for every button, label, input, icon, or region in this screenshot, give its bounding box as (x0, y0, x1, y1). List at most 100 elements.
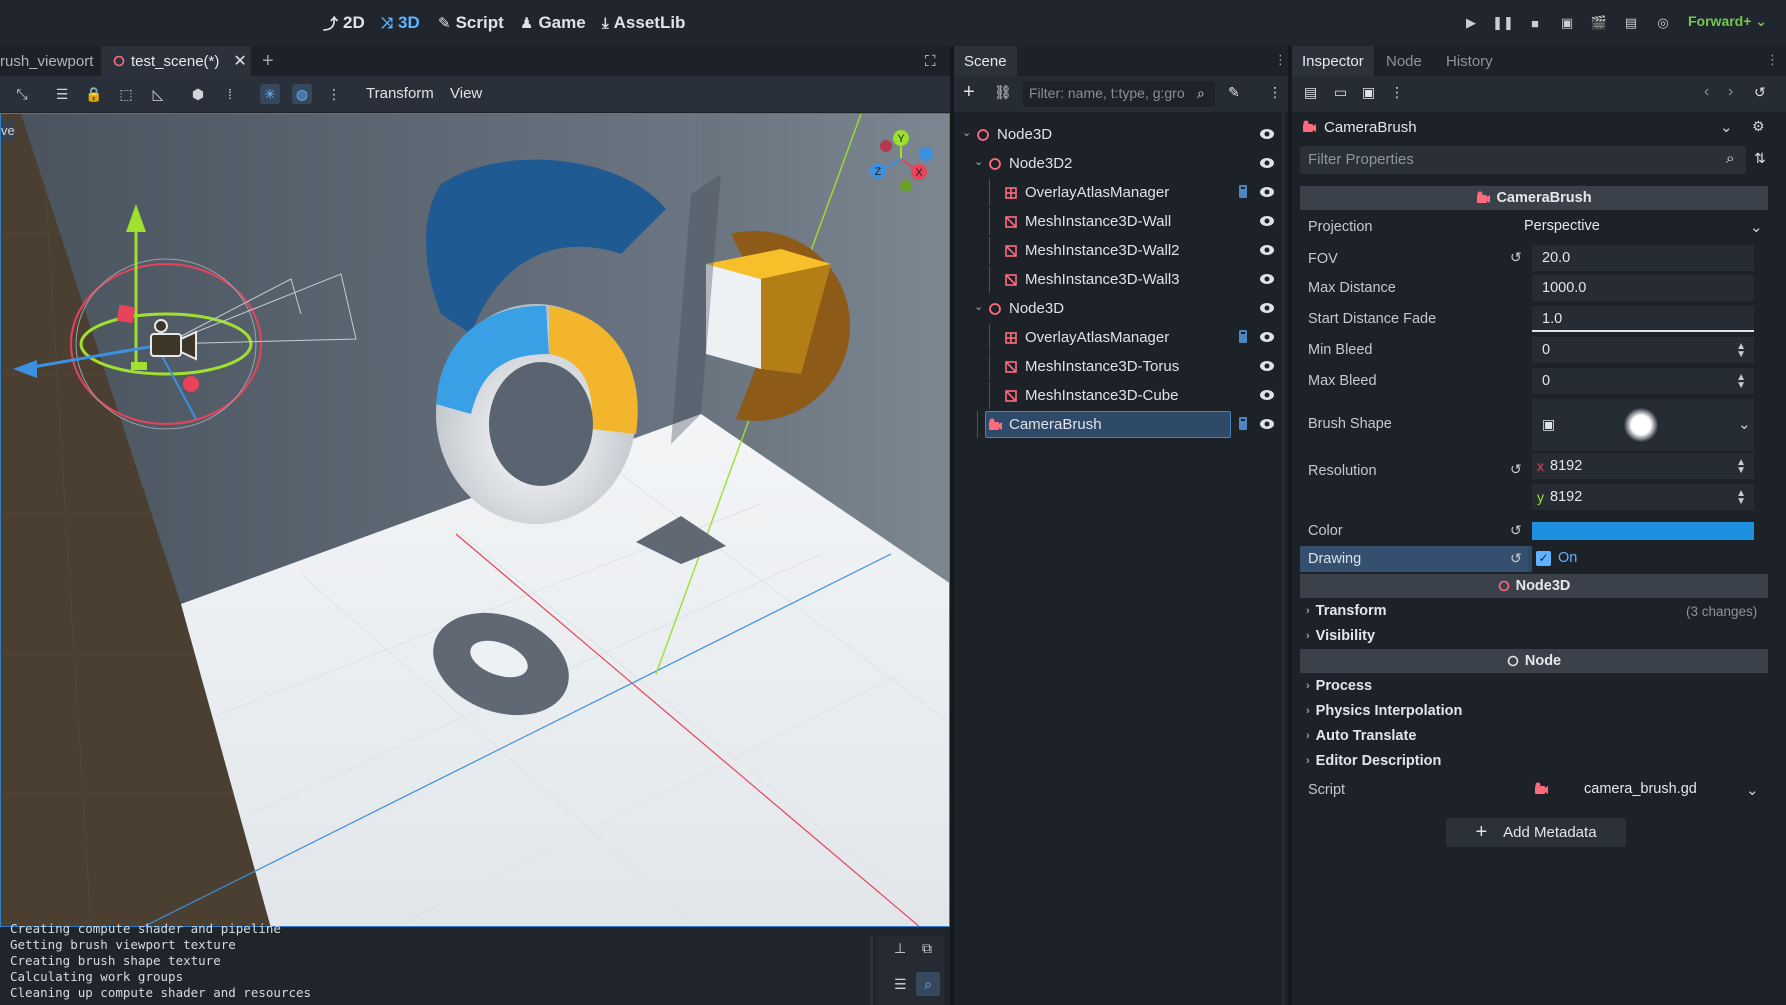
more-options-icon[interactable]: ⋮ (324, 84, 344, 104)
tab-history[interactable]: History (1436, 46, 1503, 76)
property-filter-options-icon[interactable]: ⇅ (1754, 150, 1766, 167)
pause-icon[interactable]: ❚❚ (1492, 12, 1514, 34)
workspace-assetlib-button[interactable]: ⤓ AssetLib (602, 10, 685, 36)
group-physics-interpolation[interactable]: › Physics Interpolation (1300, 700, 1768, 722)
new-resource-icon[interactable]: ▤ (1304, 84, 1317, 101)
workspace-script-button[interactable]: ✎ Script (438, 10, 504, 36)
spin-arrows-icon[interactable]: ▲ ▼ (1736, 458, 1746, 476)
play-scene-icon[interactable]: 🎬 (1588, 12, 1610, 34)
add-node-icon[interactable]: + (963, 82, 975, 102)
filter-properties-input[interactable]: Filter Properties (1300, 146, 1746, 174)
visibility-eye-icon[interactable] (1259, 388, 1275, 402)
list-select-icon[interactable]: ☰ (52, 84, 72, 104)
search-icon[interactable]: ⌕ (916, 972, 940, 996)
start-distance-fade-slider[interactable] (1532, 330, 1754, 332)
copy-output-icon[interactable]: ⧉ (922, 940, 932, 957)
local-space-icon[interactable]: ⬢ (188, 84, 208, 104)
group-icon[interactable]: ⬚ (116, 84, 136, 104)
remote-debug-icon[interactable]: ▣ (1556, 12, 1578, 34)
tab-brush-viewport[interactable]: rush_viewport (0, 46, 98, 76)
forward-icon[interactable]: › (1728, 83, 1733, 101)
fov-field[interactable]: 20.0 (1532, 245, 1754, 271)
revert-icon[interactable]: ↺ (1510, 522, 1522, 539)
tree-node-meshinstance3d-wall3[interactable]: MeshInstance3D-Wall3 (954, 266, 1276, 293)
visibility-eye-icon[interactable] (1259, 243, 1275, 257)
output-scrollbar[interactable] (870, 936, 873, 1005)
tab-test-scene[interactable]: test_scene(*) ✕ (101, 46, 251, 76)
history-icon[interactable]: ↺ (1754, 84, 1766, 101)
tree-node-node3d2[interactable]: ⌄ Node3D2 (954, 150, 1276, 177)
filter-output-icon[interactable]: ☰ (894, 976, 907, 993)
group-visibility[interactable]: › Visibility (1300, 625, 1768, 647)
scene-options-icon[interactable]: ⋮ (1268, 84, 1282, 101)
visibility-eye-icon[interactable] (1259, 156, 1275, 170)
clear-output-icon[interactable]: ⊥ (894, 940, 906, 957)
group-process[interactable]: › Process (1300, 675, 1768, 697)
visibility-eye-icon[interactable] (1259, 417, 1275, 431)
group-transform[interactable]: › Transform (3 changes) (1300, 600, 1768, 622)
projection-dropdown[interactable]: Perspective (1524, 218, 1600, 234)
save-icon[interactable]: ▣ (1362, 84, 1375, 101)
inspected-object-selector[interactable]: CameraBrush ⌄ (1300, 112, 1738, 142)
transform-menu[interactable]: Transform (366, 85, 434, 102)
resolution-x-field[interactable]: x 8192 ▲ ▼ (1532, 453, 1754, 479)
revert-icon[interactable]: ↺ (1510, 550, 1522, 567)
drawing-checkbox-field[interactable]: ✓ On (1532, 546, 1768, 572)
resolution-y-field[interactable]: y 8192 ▲ ▼ (1532, 484, 1754, 510)
play-custom-scene-icon[interactable]: ▤ (1620, 12, 1642, 34)
start-distance-fade-field[interactable]: 1.0 (1532, 306, 1754, 332)
tree-node-node3d[interactable]: ⌄ Node3D (954, 295, 1276, 322)
workspace-3d-button[interactable]: ⤨ 3D (381, 10, 420, 36)
tree-node-camerabrush[interactable]: CameraBrush (954, 411, 1276, 438)
visibility-eye-icon[interactable] (1259, 185, 1275, 199)
color-picker-button[interactable] (1532, 522, 1754, 540)
add-tab-icon[interactable]: + (262, 46, 274, 76)
tree-node-node3d[interactable]: ⌄ Node3D (954, 121, 1276, 148)
min-bleed-field[interactable]: 0 ▲ ▼ (1532, 337, 1754, 363)
visibility-eye-icon[interactable] (1259, 214, 1275, 228)
tree-node-meshinstance3d-wall[interactable]: MeshInstance3D-Wall (954, 208, 1276, 235)
view-menu[interactable]: View (450, 85, 482, 102)
dock-menu-icon[interactable]: ⋮ (1274, 52, 1287, 68)
lock-icon[interactable]: 🔒 (84, 84, 104, 104)
visibility-eye-icon[interactable] (1259, 359, 1275, 373)
attach-script-icon[interactable]: ✎ (1228, 84, 1240, 101)
open-folder-icon[interactable]: ▭ (1334, 84, 1347, 101)
dock-menu-icon[interactable]: ⋮ (1766, 52, 1779, 68)
movie-maker-icon[interactable]: ◎ (1652, 12, 1674, 34)
max-bleed-field[interactable]: 0 ▲ ▼ (1532, 368, 1754, 394)
expand-arrow-icon[interactable]: ⌄ (974, 155, 983, 168)
instantiate-scene-icon[interactable]: ⛓ (994, 84, 1012, 101)
sun-preview-icon[interactable]: ✳ (260, 84, 280, 104)
tree-node-overlayatlasmanager[interactable]: OverlayAtlasManager (954, 324, 1276, 351)
stop-icon[interactable]: ■ (1524, 12, 1546, 34)
max-distance-field[interactable]: 1000.0 (1532, 275, 1754, 301)
script-icon[interactable] (1237, 329, 1249, 345)
fullscreen-icon[interactable]: ⛶ (925, 46, 936, 76)
tree-node-meshinstance3d-wall2[interactable]: MeshInstance3D-Wall2 (954, 237, 1276, 264)
revert-icon[interactable]: ↺ (1510, 461, 1522, 478)
spin-arrows-icon[interactable]: ▲ ▼ (1736, 489, 1746, 507)
visibility-eye-icon[interactable] (1259, 127, 1275, 141)
script-icon[interactable] (1237, 416, 1249, 432)
3d-viewport[interactable]: Y X Z ve (0, 113, 950, 927)
group-editor-description[interactable]: › Editor Description (1300, 750, 1768, 772)
checkbox-checked-icon[interactable]: ✓ (1536, 551, 1551, 566)
tree-node-meshinstance3d-torus[interactable]: MeshInstance3D-Torus (954, 353, 1276, 380)
visibility-eye-icon[interactable] (1259, 301, 1275, 315)
spin-arrows-icon[interactable]: ▲ ▼ (1736, 373, 1746, 391)
tree-node-overlayatlasmanager[interactable]: OverlayAtlasManager (954, 179, 1276, 206)
tab-node[interactable]: Node (1376, 46, 1432, 76)
tab-inspector[interactable]: Inspector (1292, 46, 1374, 76)
add-metadata-button[interactable]: + Add Metadata (1446, 818, 1626, 847)
revert-icon[interactable]: ↺ (1510, 249, 1522, 266)
environment-preview-icon[interactable]: ◍ (292, 84, 312, 104)
tree-node-meshinstance3d-cube[interactable]: MeshInstance3D-Cube (954, 382, 1276, 409)
script-resource-field[interactable]: camera_brush.gd ⌄ (1532, 776, 1768, 804)
group-auto-translate[interactable]: › Auto Translate (1300, 725, 1768, 747)
visibility-eye-icon[interactable] (1259, 330, 1275, 344)
object-settings-icon[interactable]: ⚙ (1752, 118, 1765, 135)
select-mode-icon[interactable]: ⤡ (12, 84, 32, 104)
expand-arrow-icon[interactable]: ⌄ (962, 126, 971, 139)
more-options-icon[interactable]: ⋮ (1390, 84, 1404, 101)
